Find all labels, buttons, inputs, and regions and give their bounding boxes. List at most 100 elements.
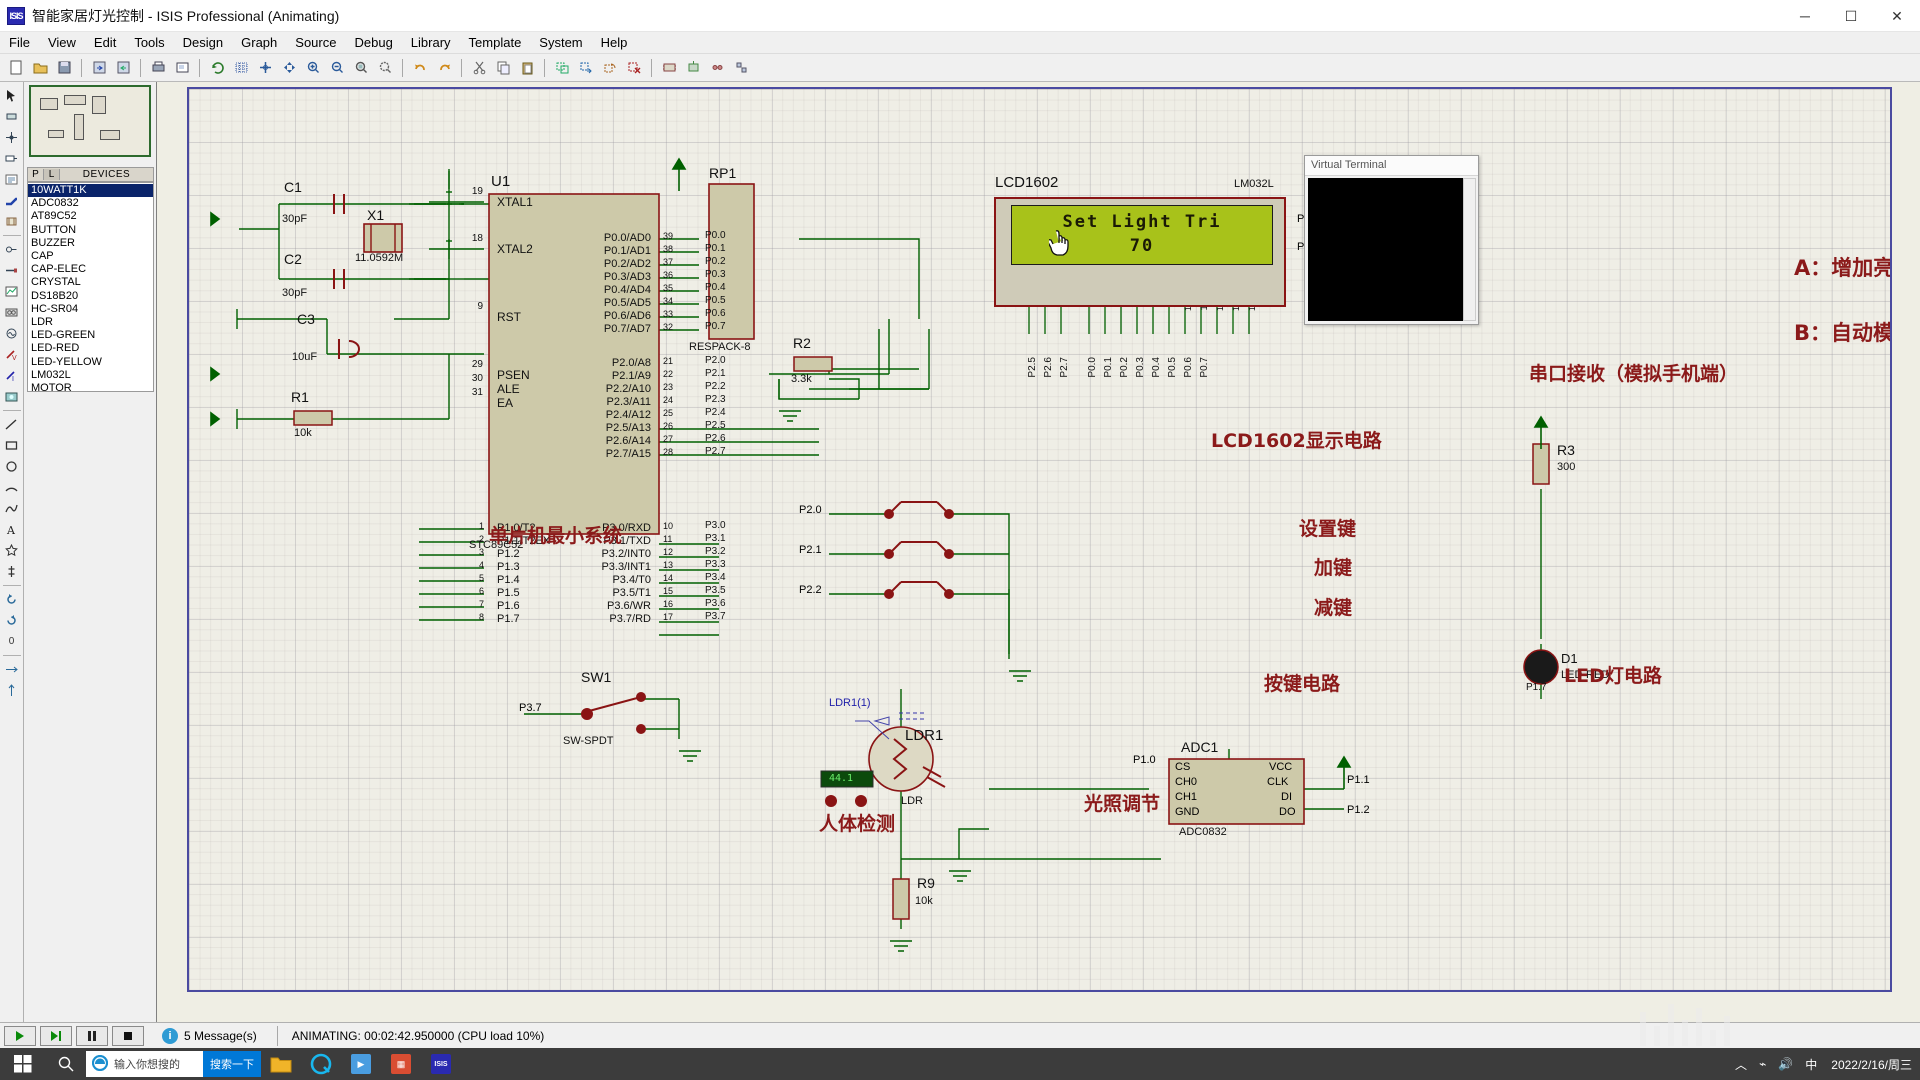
print-icon[interactable] — [147, 57, 169, 79]
zoom-area-icon[interactable] — [350, 57, 372, 79]
menu-graph[interactable]: Graph — [232, 33, 286, 52]
overview-preview[interactable] — [29, 85, 151, 157]
virtual-terminal-window[interactable]: Virtual Terminal — [1304, 155, 1479, 325]
virtual-terminal-scrollbar[interactable] — [1463, 178, 1476, 321]
list-item[interactable]: LED-RED — [28, 342, 153, 355]
menu-system[interactable]: System — [530, 33, 591, 52]
list-item[interactable]: DS18B20 — [28, 290, 153, 303]
search-button[interactable]: 搜索一下 — [203, 1051, 261, 1077]
list-item[interactable]: LM032L — [28, 369, 153, 382]
list-item[interactable]: CAP — [28, 250, 153, 263]
play-button[interactable] — [4, 1025, 36, 1046]
menu-library[interactable]: Library — [402, 33, 460, 52]
menu-debug[interactable]: Debug — [345, 33, 401, 52]
list-item[interactable]: CAP-ELEC — [28, 263, 153, 276]
menu-template[interactable]: Template — [460, 33, 531, 52]
circle-tool-icon[interactable] — [2, 456, 22, 476]
menu-file[interactable]: File — [0, 33, 39, 52]
list-item[interactable]: 10WATT1K — [28, 184, 153, 198]
input-method-icon[interactable]: 中 — [1805, 1056, 1817, 1073]
text-tool-icon[interactable]: A — [2, 519, 22, 539]
tray-up-arrow-icon[interactable]: ︿ — [1735, 1056, 1747, 1073]
virtual-terminal-output[interactable] — [1308, 178, 1463, 321]
text-script-icon[interactable] — [2, 169, 22, 189]
device-list[interactable]: 10WATT1K ADC0832 AT89C52 BUTTON BUZZER C… — [27, 182, 154, 392]
block-rotate-icon[interactable] — [599, 57, 621, 79]
import-icon[interactable] — [88, 57, 110, 79]
office-icon[interactable]: ▦ — [381, 1048, 421, 1080]
qq-browser-icon[interactable] — [301, 1048, 341, 1080]
junction-dot-icon[interactable] — [2, 127, 22, 147]
rotation-angle-value[interactable]: 0 — [2, 631, 22, 651]
media-player-icon[interactable]: ▶ — [341, 1048, 381, 1080]
menu-edit[interactable]: Edit — [85, 33, 125, 52]
list-item[interactable]: LDR — [28, 316, 153, 329]
pause-button[interactable] — [76, 1025, 108, 1046]
device-pin-icon[interactable] — [2, 260, 22, 280]
block-delete-icon[interactable] — [623, 57, 645, 79]
selection-mode-icon[interactable] — [2, 85, 22, 105]
file-explorer-icon[interactable] — [261, 1048, 301, 1080]
isis-app-icon[interactable]: ISIS — [421, 1048, 461, 1080]
rotate-cw-icon[interactable] — [2, 589, 22, 609]
mirror-x-icon[interactable] — [2, 659, 22, 679]
volume-icon[interactable]: 🔊 — [1778, 1057, 1793, 1071]
generator-mode-icon[interactable] — [2, 323, 22, 343]
list-item[interactable]: HC-SR04 — [28, 303, 153, 316]
refresh-icon[interactable] — [206, 57, 228, 79]
list-item[interactable]: ADC0832 — [28, 197, 153, 210]
current-probe-icon[interactable]: I — [2, 365, 22, 385]
list-item[interactable]: LED-YELLOW — [28, 356, 153, 369]
virtual-instrument-icon[interactable] — [2, 386, 22, 406]
lcd1602-display[interactable]: Set Light Tri 70 — [994, 197, 1286, 307]
subcircuit-icon[interactable] — [2, 211, 22, 231]
menu-help[interactable]: Help — [592, 33, 637, 52]
devices-l-column[interactable]: L — [44, 169, 60, 180]
menu-source[interactable]: Source — [286, 33, 345, 52]
decompose-icon[interactable] — [730, 57, 752, 79]
origin-icon[interactable] — [254, 57, 276, 79]
marker-tool-icon[interactable] — [2, 561, 22, 581]
zoom-out-icon[interactable] — [326, 57, 348, 79]
new-file-icon[interactable] — [5, 57, 27, 79]
menu-view[interactable]: View — [39, 33, 85, 52]
rotate-ccw-icon[interactable] — [2, 610, 22, 630]
list-item[interactable]: BUZZER — [28, 237, 153, 250]
minimize-button[interactable]: ─ — [1782, 0, 1828, 32]
network-icon[interactable]: ⌁ — [1759, 1057, 1766, 1071]
wire-label-icon[interactable] — [2, 148, 22, 168]
search-input[interactable]: 输入你想搜的 搜索一下 — [86, 1051, 261, 1077]
graph-mode-icon[interactable] — [2, 281, 22, 301]
print-area-icon[interactable] — [171, 57, 193, 79]
voltage-probe-icon[interactable]: V — [2, 344, 22, 364]
center-icon[interactable] — [278, 57, 300, 79]
block-copy-icon[interactable] — [551, 57, 573, 79]
schematic-canvas[interactable]: C1 30pF C2 30pF C3 10uF X1 11.0592M R1 1… — [187, 87, 1892, 992]
start-icon[interactable] — [0, 1048, 46, 1080]
list-item[interactable]: LED-GREEN — [28, 329, 153, 342]
list-item[interactable]: AT89C52 — [28, 210, 153, 223]
cut-icon[interactable] — [468, 57, 490, 79]
maximize-button[interactable]: ☐ — [1828, 0, 1874, 32]
bus-icon[interactable] — [2, 190, 22, 210]
undo-icon[interactable] — [409, 57, 431, 79]
grid-icon[interactable] — [230, 57, 252, 79]
make-device-icon[interactable] — [682, 57, 704, 79]
terminals-mode-icon[interactable] — [2, 239, 22, 259]
search-icon[interactable] — [46, 1048, 86, 1080]
arc-tool-icon[interactable] — [2, 477, 22, 497]
close-button[interactable]: ✕ — [1874, 0, 1920, 32]
open-file-icon[interactable] — [29, 57, 51, 79]
line-tool-icon[interactable] — [2, 414, 22, 434]
packaging-tool-icon[interactable] — [706, 57, 728, 79]
component-mode-icon[interactable] — [2, 106, 22, 126]
symbol-tool-icon[interactable] — [2, 540, 22, 560]
menu-tools[interactable]: Tools — [125, 33, 173, 52]
list-item[interactable]: MOTOR — [28, 382, 153, 391]
export-icon[interactable] — [112, 57, 134, 79]
paste-icon[interactable] — [516, 57, 538, 79]
pick-device-icon[interactable] — [658, 57, 680, 79]
block-move-icon[interactable] — [575, 57, 597, 79]
box-tool-icon[interactable] — [2, 435, 22, 455]
list-item[interactable]: CRYSTAL — [28, 276, 153, 289]
